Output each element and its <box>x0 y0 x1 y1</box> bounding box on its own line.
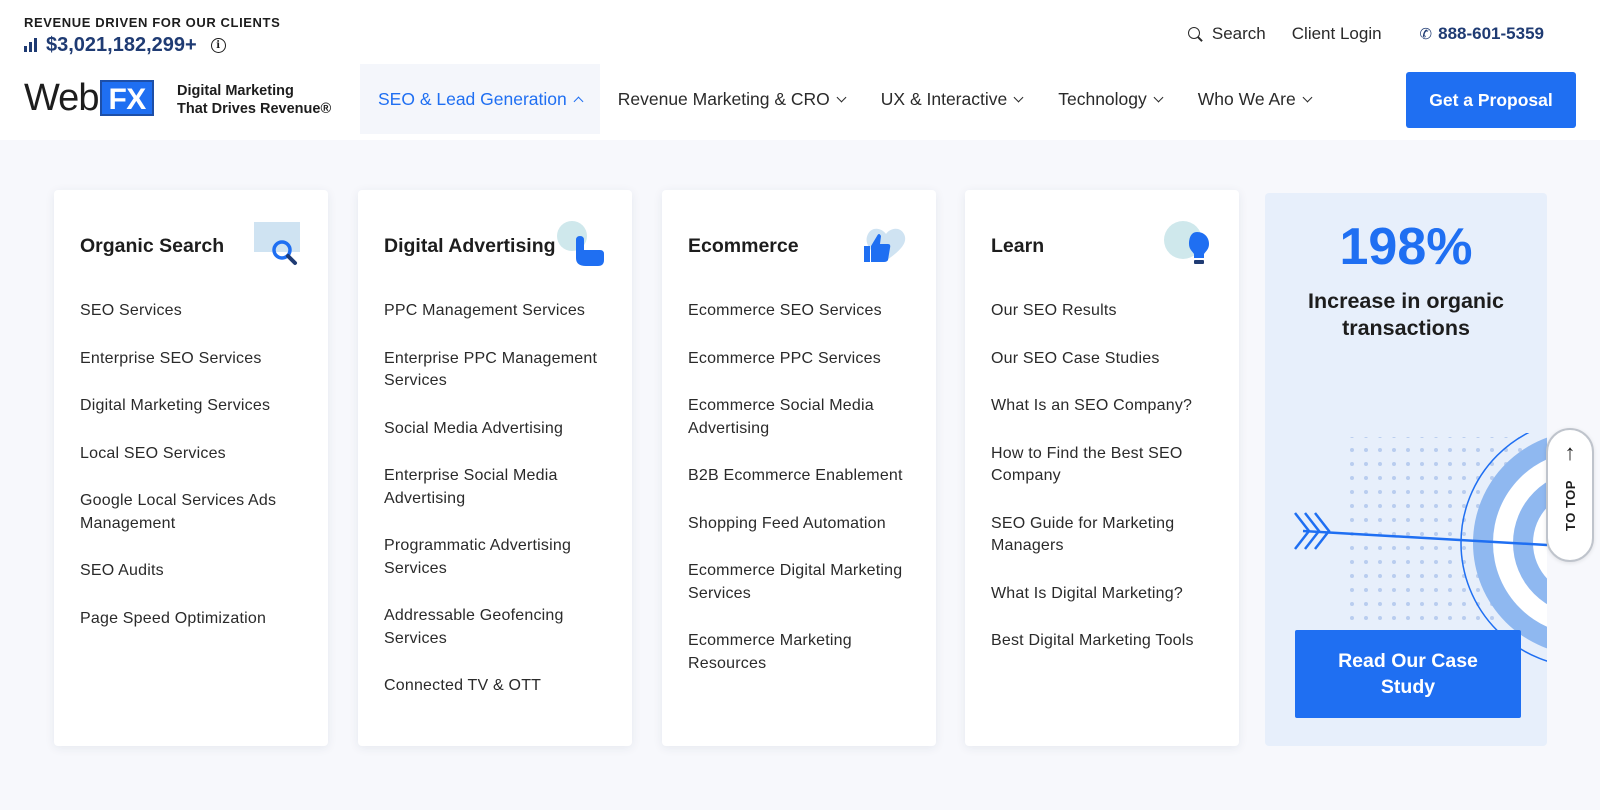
chevron-up-icon <box>573 96 584 106</box>
chevron-down-icon <box>1153 92 1164 102</box>
nav-label: UX & Interactive <box>880 88 1008 109</box>
menu-link[interactable]: Our SEO Case Studies <box>991 348 1223 371</box>
info-icon[interactable]: i <box>210 37 226 53</box>
menu-column-organic-search: Organic Search SEO Services Enterprise S… <box>54 190 328 746</box>
nav-who-we-are[interactable]: Who We Are <box>1180 64 1329 134</box>
arrow-up-icon: ↑ <box>1564 440 1576 465</box>
phone-icon: ✆ <box>1419 26 1433 43</box>
menu-column-digital-advertising: Digital Advertising PPC Management Servi… <box>358 190 632 746</box>
logo-tagline: Digital Marketing That Drives Revenue® <box>177 82 331 118</box>
revenue-counter: $3,021,182,299+ i <box>24 32 226 58</box>
chevron-down-icon <box>1013 92 1024 102</box>
menu-column-learn: Learn Our SEO Results Our SEO Case Studi… <box>965 190 1239 746</box>
link-list: SEO Services Enterprise SEO Services Dig… <box>80 300 312 655</box>
nav-revenue-marketing-cro[interactable]: Revenue Marketing & CRO <box>600 64 863 134</box>
menu-link[interactable]: Addressable Geofencing Services <box>384 605 616 650</box>
webfx-logo[interactable]: Web FX <box>24 76 154 119</box>
menu-link[interactable]: What Is Digital Marketing? <box>991 583 1223 606</box>
logo-tagline-line1: Digital Marketing <box>177 83 294 99</box>
menu-link[interactable]: What Is an SEO Company? <box>991 395 1223 418</box>
pointer-click-icon <box>557 221 604 266</box>
menu-link[interactable]: Ecommerce Social Media Advertising <box>688 395 920 440</box>
case-study-promo: 198% Increase in organic transactions Re… <box>1265 193 1547 746</box>
menu-link[interactable]: Connected TV & OTT <box>384 675 616 698</box>
read-case-study-button[interactable]: Read Our Case Study <box>1295 630 1521 718</box>
to-top-button[interactable]: ↑ TO TOP <box>1546 428 1594 562</box>
menu-link[interactable]: Ecommerce Digital Marketing Services <box>688 560 920 605</box>
column-title: Learn <box>991 235 1045 257</box>
nav-label: Technology <box>1058 88 1147 109</box>
column-title: Digital Advertising <box>384 235 556 257</box>
nav-seo-lead-generation[interactable]: SEO & Lead Generation <box>360 64 600 134</box>
bar-chart-icon <box>24 38 40 52</box>
site-header: REVENUE DRIVEN FOR OUR CLIENTS $3,021,18… <box>0 0 1600 140</box>
menu-link[interactable]: B2B Ecommerce Enablement <box>688 465 920 488</box>
lightbulb-icon <box>1164 221 1209 264</box>
link-list: Our SEO Results Our SEO Case Studies Wha… <box>991 300 1223 678</box>
nav-label: Who We Are <box>1197 88 1296 109</box>
utility-nav: Search Client Login ✆ 888-601-5359 <box>1187 24 1544 44</box>
promo-stat: 198% <box>1339 218 1473 276</box>
menu-link[interactable]: Digital Marketing Services <box>80 395 312 418</box>
menu-link[interactable]: SEO Audits <box>80 560 312 583</box>
chevron-down-icon <box>836 92 847 102</box>
menu-link[interactable]: Enterprise PPC Management Services <box>384 348 616 393</box>
client-login-link[interactable]: Client Login <box>1292 24 1382 44</box>
thumbs-up-icon <box>864 228 906 262</box>
column-title: Organic Search <box>80 235 225 257</box>
nav-ux-interactive[interactable]: UX & Interactive <box>863 64 1040 134</box>
search-link[interactable]: Search <box>1187 24 1266 44</box>
chevron-down-icon <box>1302 92 1313 102</box>
menu-link[interactable]: Google Local Services Ads Management <box>80 490 312 535</box>
menu-link[interactable]: SEO Services <box>80 300 312 323</box>
column-title: Ecommerce <box>688 235 799 257</box>
to-top-label: TO TOP <box>1562 480 1578 531</box>
nav-label: Revenue Marketing & CRO <box>617 88 830 109</box>
nav-label: SEO & Lead Generation <box>378 88 567 109</box>
logo-web-text: Web <box>24 76 99 119</box>
menu-column-ecommerce: Ecommerce Ecommerce SEO Services Ecommer… <box>662 190 936 746</box>
menu-link[interactable]: Enterprise SEO Services <box>80 348 312 371</box>
menu-link[interactable]: Social Media Advertising <box>384 418 616 441</box>
magnifier-icon <box>254 222 300 265</box>
get-proposal-button[interactable]: Get a Proposal <box>1406 72 1576 128</box>
menu-link[interactable]: Ecommerce Marketing Resources <box>688 630 920 675</box>
menu-link[interactable]: Our SEO Results <box>991 300 1223 323</box>
menu-link[interactable]: PPC Management Services <box>384 300 616 323</box>
menu-link[interactable]: Programmatic Advertising Services <box>384 535 616 580</box>
menu-link[interactable]: Ecommerce PPC Services <box>688 348 920 371</box>
menu-link[interactable]: SEO Guide for Marketing Managers <box>991 513 1223 558</box>
revenue-amount: $3,021,182,299+ <box>46 33 197 56</box>
logo-fx-badge: FX <box>100 80 154 116</box>
phone-number: 888-601-5359 <box>1438 24 1544 43</box>
menu-link[interactable]: Enterprise Social Media Advertising <box>384 465 616 510</box>
search-label: Search <box>1211 24 1266 43</box>
menu-link[interactable]: Ecommerce SEO Services <box>688 300 920 323</box>
link-list: Ecommerce SEO Services Ecommerce PPC Ser… <box>688 300 920 700</box>
search-icon <box>1187 27 1202 41</box>
menu-link[interactable]: Best Digital Marketing Tools <box>991 630 1223 653</box>
menu-link[interactable]: Page Speed Optimization <box>80 608 312 631</box>
revenue-tagline: REVENUE DRIVEN FOR OUR CLIENTS <box>24 15 281 30</box>
phone-link[interactable]: ✆ 888-601-5359 <box>1420 24 1544 44</box>
nav-technology[interactable]: Technology <box>1040 64 1180 134</box>
main-nav: SEO & Lead Generation Revenue Marketing … <box>360 64 1329 134</box>
logo-tagline-line2: That Drives Revenue® <box>177 101 332 117</box>
menu-link[interactable]: How to Find the Best SEO Company <box>991 443 1223 488</box>
link-list: PPC Management Services Enterprise PPC M… <box>384 300 616 723</box>
menu-link[interactable]: Local SEO Services <box>80 443 312 466</box>
promo-text: Increase in organic transactions <box>1308 289 1504 340</box>
menu-link[interactable]: Shopping Feed Automation <box>688 513 920 536</box>
